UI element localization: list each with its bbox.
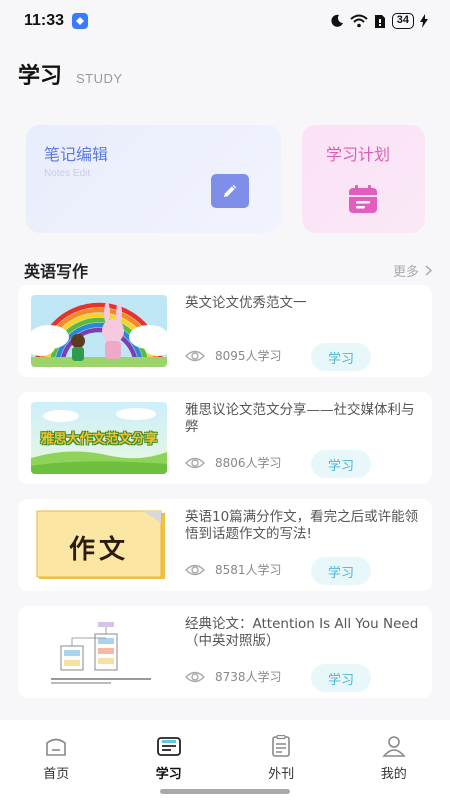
charging-icon: [420, 14, 428, 28]
reader-count: 8738人学习: [215, 670, 282, 684]
reader-count: 8095人学习: [215, 349, 282, 363]
nav-item-home[interactable]: 首页: [0, 720, 113, 800]
article-meta: 8581人学习: [185, 561, 282, 578]
nav-label-profile: 我的: [380, 767, 407, 782]
article-meta: 8738人学习: [185, 668, 282, 685]
study-button[interactable]: 学习: [311, 343, 371, 371]
nav-label-home: 首页: [43, 767, 70, 782]
notes-edit-subtitle: Notes Edit: [44, 168, 91, 179]
eye-icon: [185, 350, 205, 361]
status-icons: 34: [330, 13, 428, 29]
bottom-nav: 首页 学习 外刊 我的: [0, 720, 450, 800]
article-meta: 8095人学习: [185, 347, 282, 364]
reader-count: 8806人学习: [215, 456, 282, 470]
more-link[interactable]: 更多: [393, 261, 432, 280]
ielts-banner-image: 雅思大作文范文分享: [31, 402, 167, 474]
eye-icon: [185, 671, 205, 682]
sim-icon: [374, 14, 385, 28]
status-bar: 11:33 34: [0, 0, 450, 42]
nav-label-journals: 外刊: [268, 767, 295, 782]
thumbnail-caption: 雅思大作文范文分享: [40, 432, 158, 447]
eye-icon: [185, 457, 205, 468]
article-title: 雅思议论文范文分享——社交媒体利与弊: [185, 402, 415, 435]
study-plan-title: 学习计划: [326, 145, 391, 164]
study-button[interactable]: 学习: [311, 557, 371, 585]
section-title: 英语写作: [24, 262, 89, 281]
page-header: 学习 STUDY: [18, 58, 123, 90]
study-plan-card[interactable]: 学习计划: [302, 125, 425, 233]
rainbow-bunny-image: [31, 295, 167, 367]
article-card[interactable]: 英文论文优秀范文一 8095人学习 学习: [18, 285, 432, 377]
nav-label-study: 学习: [155, 767, 182, 782]
app-notification-icon: [72, 13, 89, 29]
article-meta: 8806人学习: [185, 454, 282, 471]
article-title: 经典论文：Attention Is All You Need（中英对照版）: [185, 616, 419, 649]
more-label: 更多: [392, 265, 419, 280]
article-card[interactable]: 雅思大作文范文分享 雅思议论文范文分享——社交媒体利与弊 8806人学习 学习: [18, 392, 432, 484]
nav-item-profile[interactable]: 我的: [338, 720, 450, 800]
article-title: 英文论文优秀范文一: [185, 295, 307, 311]
eye-icon: [185, 564, 205, 575]
article-card[interactable]: 作文 英语10篇满分作文，看完之后或许能领悟到话题作文的写法! 8581人学习 …: [18, 499, 432, 591]
article-title: 英语10篇满分作文，看完之后或许能领悟到话题作文的写法!: [185, 509, 419, 542]
essay-paper-image: 作文: [31, 509, 167, 581]
status-time: 11:33: [24, 12, 65, 29]
nav-item-study[interactable]: 学习: [113, 720, 226, 800]
notes-edit-title: 笔记编辑: [44, 145, 109, 164]
thumbnail-caption: 作文: [68, 535, 129, 565]
page-subtitle: STUDY: [76, 71, 123, 86]
wifi-icon: [350, 14, 368, 28]
study-icon: [156, 737, 181, 756]
clipboard-icon: [272, 735, 291, 757]
notes-edit-card[interactable]: 笔记编辑 Notes Edit: [26, 125, 281, 233]
article-card[interactable]: 经典论文：Attention Is All You Need（中英对照版） 87…: [18, 606, 432, 698]
study-button[interactable]: 学习: [311, 664, 371, 692]
calendar-icon: [348, 185, 378, 213]
transformer-diagram-image: [31, 616, 167, 688]
profile-icon: [382, 736, 406, 757]
home-indicator[interactable]: [160, 789, 290, 794]
moon-icon: [331, 14, 343, 27]
chevron-right-icon: [425, 265, 432, 276]
page-title: 学习: [18, 64, 63, 89]
battery-indicator: 34: [391, 13, 414, 29]
pencil-icon: [211, 174, 249, 208]
nav-item-journals[interactable]: 外刊: [225, 720, 338, 800]
home-icon: [46, 738, 67, 756]
reader-count: 8581人学习: [215, 563, 282, 577]
study-button[interactable]: 学习: [311, 450, 371, 478]
